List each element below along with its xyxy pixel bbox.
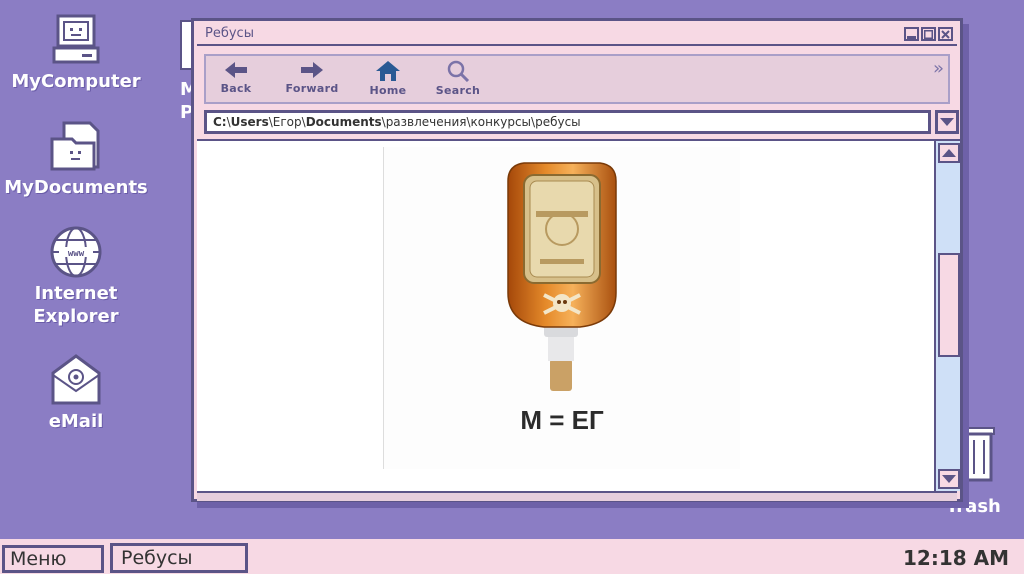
content-pane: М = ЕГ — [197, 139, 934, 491]
window-titlebar[interactable]: Ребусы — [197, 24, 957, 46]
back-label: Back — [220, 82, 252, 95]
taskbar: Меню Ребусы 12:18 AM — [0, 537, 1024, 574]
email-icon — [48, 352, 104, 408]
desktop-icon-internet-explorer[interactable]: www Internet Explorer — [14, 224, 138, 328]
address-documents: Documents — [305, 115, 382, 129]
home-label: Home — [369, 84, 407, 97]
chevron-down-icon — [942, 475, 956, 483]
maximize-icon — [924, 29, 933, 39]
close-button[interactable] — [938, 27, 953, 41]
address-dropdown-button[interactable] — [935, 110, 959, 134]
address-bar[interactable]: C:\Users\Егор\Documents\развлечения\конк… — [204, 110, 931, 134]
forward-label: Forward — [285, 82, 339, 95]
chevron-down-icon — [940, 118, 954, 126]
back-button[interactable]: Back — [206, 60, 266, 95]
address-folder2: конкурсы — [470, 115, 532, 129]
window-title: Ребусы — [205, 26, 254, 41]
close-icon — [941, 29, 950, 39]
home-button[interactable]: Home — [358, 60, 418, 97]
vertical-scrollbar[interactable] — [934, 139, 960, 491]
bottle-image — [507, 162, 617, 391]
desktop-icon-mydocuments[interactable]: MyDocuments — [4, 118, 148, 199]
address-user: Егор — [272, 115, 302, 129]
chevron-up-icon — [942, 149, 956, 157]
chevron-more-icon[interactable]: » — [933, 58, 944, 79]
desktop-icon-label: eMail — [48, 411, 104, 432]
browser-toolbar: Back Forward Home Search » — [204, 54, 950, 104]
window-status-strip — [197, 491, 957, 501]
explorer-window: Ребусы Back Forward Home Search » C:\Use… — [191, 18, 963, 502]
address-folder3: ребусы — [535, 115, 581, 129]
address-drive: C: — [213, 115, 227, 129]
globe-icon: www — [48, 224, 104, 280]
forward-arrow-icon — [301, 62, 323, 78]
rebus-caption: М = ЕГ — [520, 405, 604, 435]
folder-icon — [48, 118, 104, 174]
desktop-icon-label: MyDocuments — [4, 177, 148, 198]
desktop-icon-mycomputer[interactable]: MyComputer — [11, 12, 141, 93]
desktop-icon-label: MyComputer — [11, 71, 141, 92]
search-icon — [447, 60, 470, 82]
maximize-button[interactable] — [921, 27, 936, 41]
svg-text:www: www — [68, 249, 85, 259]
computer-icon — [48, 12, 104, 68]
back-arrow-icon — [225, 62, 247, 78]
taskbar-item-rebusy[interactable]: Ребусы — [110, 543, 248, 573]
address-users: Users — [230, 115, 269, 129]
minimize-icon — [907, 35, 916, 39]
forward-button[interactable]: Forward — [282, 60, 342, 95]
scroll-up-button[interactable] — [938, 143, 960, 163]
desktop-icon-label: Internet Explorer — [33, 283, 119, 327]
search-label: Search — [435, 84, 481, 97]
home-icon — [376, 61, 400, 81]
scroll-down-button[interactable] — [938, 469, 960, 489]
taskbar-clock: 12:18 AM — [902, 546, 1009, 570]
start-menu-button[interactable]: Меню — [2, 545, 104, 573]
minimize-button[interactable] — [904, 27, 919, 41]
scroll-thumb[interactable] — [938, 253, 960, 357]
search-button[interactable]: Search — [428, 60, 488, 97]
rebus-picture: М = ЕГ — [383, 147, 740, 469]
address-folder1: развлечения — [385, 115, 467, 129]
desktop-icon-email[interactable]: eMail — [14, 352, 138, 433]
